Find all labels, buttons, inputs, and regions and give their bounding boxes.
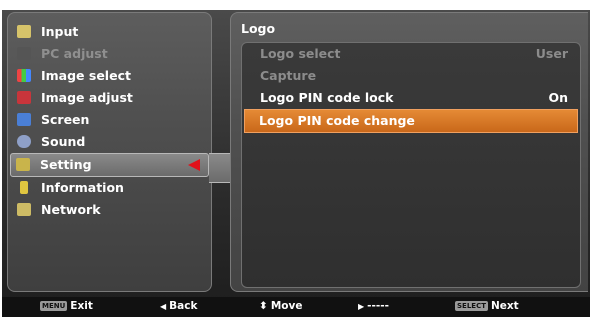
main-menu-panel: Input PC adjust Image select Image adjus… [7,12,212,292]
image-select-icon [17,69,31,82]
pc-adjust-icon [17,47,31,60]
image-adjust-icon [17,91,31,104]
list-item-label: Logo select [260,46,341,61]
forward-arrow-icon: ▶ [358,302,365,311]
list-item-logo-pin-code-change[interactable]: Logo PIN code change [244,109,578,133]
sound-icon [17,135,31,148]
submenu-title: Logo [241,21,276,36]
menu-item-label: Sound [41,134,86,149]
hint-back: ◀ Back [160,300,198,312]
submenu-list: Logo select User Capture Logo PIN code l… [241,42,581,288]
list-item-capture[interactable]: Capture [242,65,580,87]
menu-item-label: PC adjust [41,46,108,61]
hint-move: ⬍ Move [259,300,303,312]
list-item-label: Capture [260,68,317,83]
menu-item-screen[interactable]: Screen [8,109,211,131]
menu-item-label: Image adjust [41,90,133,105]
menu-key-icon: MENU [40,301,68,311]
menu-item-label: Image select [41,68,131,83]
submenu-panel: Logo Logo select User Capture Logo PIN c… [230,12,588,292]
active-arrow-icon [188,159,200,171]
menu-item-label: Network [41,202,101,217]
back-arrow-icon: ◀ [160,302,167,311]
projector-menu-screen: Input PC adjust Image select Image adjus… [2,10,590,317]
menu-item-label: Information [41,180,124,195]
list-item-label: Logo PIN code lock [260,90,394,105]
main-menu: Input PC adjust Image select Image adjus… [8,21,211,221]
menu-connector [209,153,231,183]
setting-icon [16,158,30,171]
information-icon [20,181,28,194]
list-item-logo-pin-code-lock[interactable]: Logo PIN code lock On [242,87,580,109]
menu-item-setting[interactable]: Setting [10,153,209,177]
menu-item-label: Input [41,24,79,39]
screen-icon [17,113,31,126]
list-item-label: Logo PIN code change [259,113,415,128]
hint-next: SELECT Next [455,300,519,312]
footer-hints: MENU Exit ◀ Back ⬍ Move ▶ ----- SELECT Next [2,297,590,317]
list-item-value: On [548,90,568,105]
menu-item-network[interactable]: Network [8,199,211,221]
menu-item-label: Setting [40,157,92,172]
menu-item-pc-adjust[interactable]: PC adjust [8,43,211,65]
up-down-arrow-icon: ⬍ [259,300,268,312]
network-icon [17,203,31,216]
list-item-value: User [535,46,568,61]
list-item-logo-select[interactable]: Logo select User [242,43,580,65]
hint-exit: MENU Exit [40,300,93,312]
menu-item-image-adjust[interactable]: Image adjust [8,87,211,109]
menu-item-input[interactable]: Input [8,21,211,43]
input-icon [17,25,31,38]
hint-forward: ▶ ----- [358,300,389,312]
select-key-icon: SELECT [455,301,488,311]
menu-item-label: Screen [41,112,90,127]
menu-item-sound[interactable]: Sound [8,131,211,153]
menu-item-image-select[interactable]: Image select [8,65,211,87]
menu-item-information[interactable]: Information [8,177,211,199]
